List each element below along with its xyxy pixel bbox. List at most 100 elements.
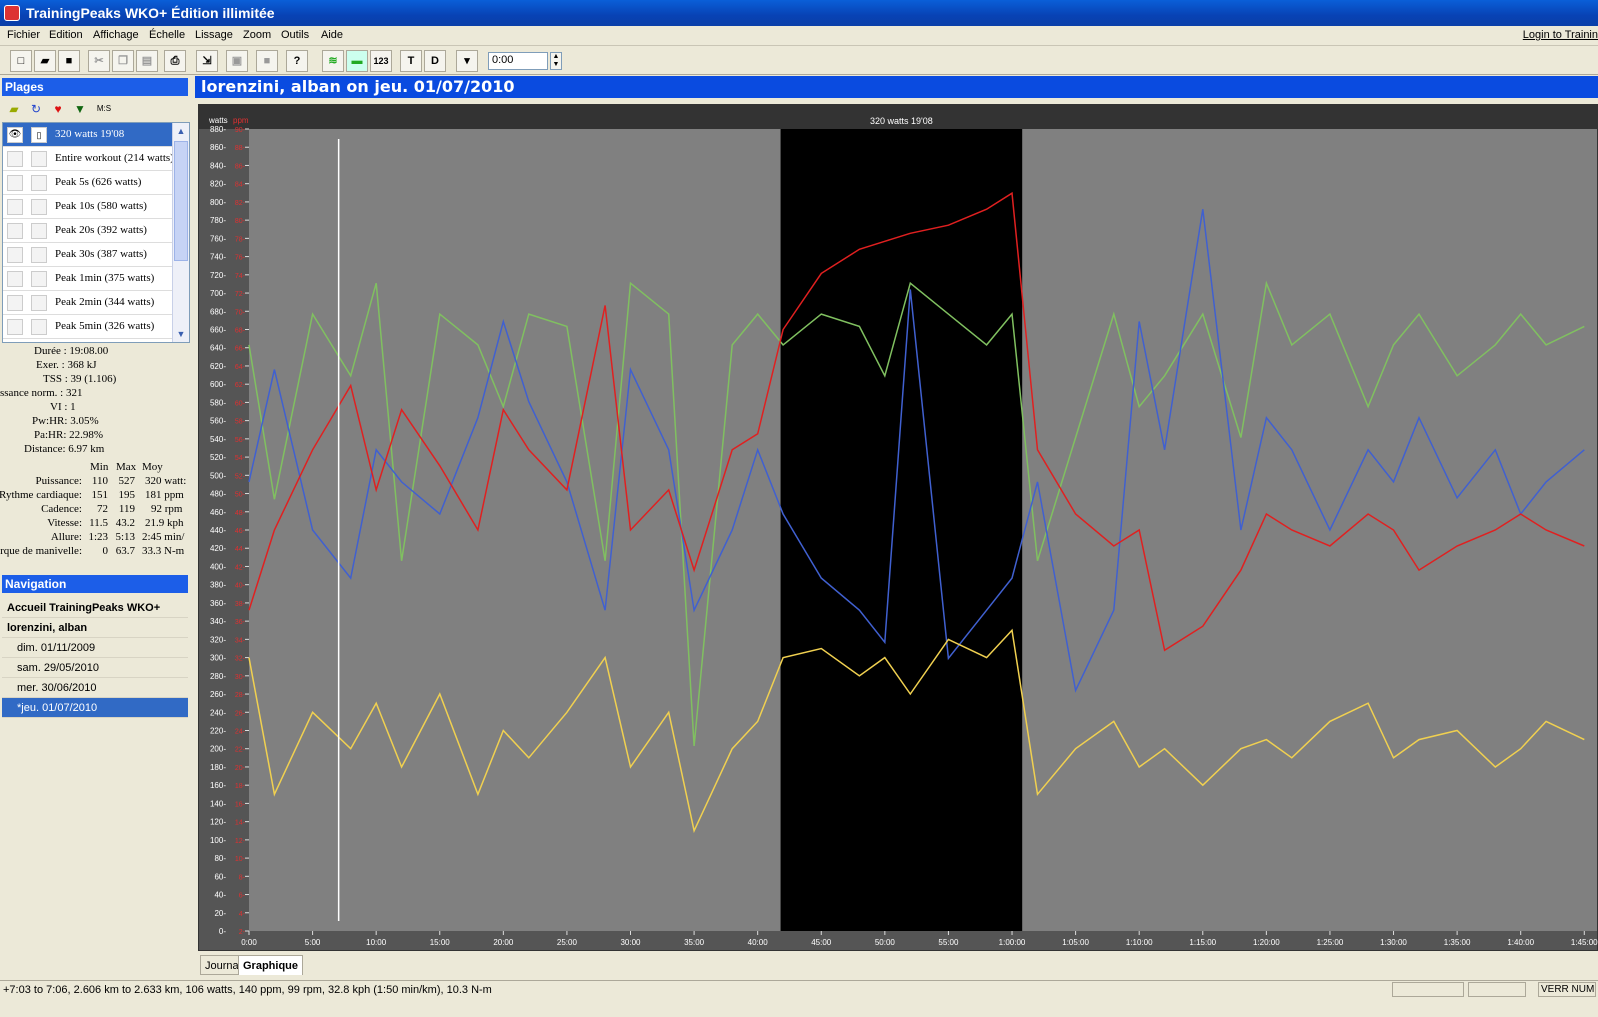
y-tick-label: 280- <box>210 672 226 681</box>
range-row[interactable]: 👁 ▯ 320 watts 19'08 <box>3 123 173 147</box>
visibility-checkbox[interactable] <box>7 175 23 191</box>
hr-tick-label: 40- <box>235 583 246 590</box>
lock-checkbox[interactable] <box>31 271 47 287</box>
open-folder-icon[interactable]: ▰ <box>34 50 56 72</box>
new-file-icon[interactable]: □ <box>10 50 32 72</box>
range-row[interactable]: Peak 1min (375 watts) <box>3 267 173 291</box>
dropdown-arrow-icon[interactable]: ▾ <box>456 50 478 72</box>
tab-graphique[interactable]: Graphique <box>238 955 304 975</box>
hr-tick-label: 4- <box>239 911 246 918</box>
menu-zoom[interactable]: Zoom <box>240 29 274 41</box>
lock-checkbox[interactable] <box>31 151 47 167</box>
range-row[interactable]: Peak 30s (387 watts) <box>3 243 173 267</box>
hr-tick-label: 66- <box>235 346 246 353</box>
chart-svg[interactable]: 320 watts 19'08 watts ppm 0- 2- 20- 4- 40- 6- 60-… <box>199 105 1598 952</box>
y-tick-label: 220- <box>210 727 226 736</box>
title-bar: TrainingPeaks WKO+ Édition illimitée <box>0 0 1598 26</box>
cut-icon[interactable]: ✂ <box>88 50 110 72</box>
y-tick-label: 820- <box>210 180 226 189</box>
numbers-icon[interactable]: 123 <box>370 50 392 72</box>
col-moy: Moy <box>142 461 163 473</box>
menu-lissage[interactable]: Lissage <box>192 29 236 41</box>
help-icon[interactable]: ? <box>286 50 308 72</box>
lock-checkbox[interactable] <box>31 199 47 215</box>
range-row[interactable]: Peak 20s (392 watts) <box>3 219 173 243</box>
range-row[interactable]: Peak 10s (580 watts) <box>3 195 173 219</box>
range-row[interactable]: Peak 2min (344 watts) <box>3 291 173 315</box>
print-icon[interactable]: ⎙ <box>164 50 186 72</box>
menu-outils[interactable]: Outils <box>278 29 312 41</box>
lock-checkbox[interactable] <box>31 295 47 311</box>
hr-tick-label: 76- <box>235 255 246 262</box>
hr-tick-label: 20- <box>235 765 246 772</box>
scroll-up-icon[interactable]: ▲ <box>173 123 189 139</box>
scroll-thumb[interactable] <box>174 141 188 261</box>
range-row[interactable]: Peak 5s (626 watts) <box>3 171 173 195</box>
visibility-checkbox[interactable] <box>7 271 23 287</box>
x-tick-label: 5:00 <box>305 938 321 947</box>
heart-icon[interactable]: ♥ <box>50 101 66 117</box>
y-tick-label: 800- <box>210 198 226 207</box>
nav-item-home[interactable]: Accueil TrainingPeaks WKO+ <box>2 598 188 618</box>
window-title: TrainingPeaks WKO+ Édition illimitée <box>26 5 275 21</box>
eye-icon[interactable]: 👁 <box>7 127 23 143</box>
shield-icon[interactable]: ▼ <box>72 101 88 117</box>
menu-fichier[interactable]: Fichier <box>4 29 43 41</box>
stat-vi: VI : 1 <box>50 401 76 413</box>
graph-icon[interactable]: ≋ <box>322 50 344 72</box>
plages-toolbar: ▰ ↻ ♥ ▼ M:S <box>2 98 188 120</box>
lock-checkbox[interactable] <box>31 319 47 335</box>
menu-aide[interactable]: Aide <box>318 29 346 41</box>
stat-max: 195 <box>118 489 136 501</box>
lock-checkbox[interactable] <box>31 247 47 263</box>
time-axis-button[interactable]: T <box>400 50 422 72</box>
folder-icon[interactable]: ▰ <box>6 101 22 117</box>
menu-echelle[interactable]: Échelle <box>146 29 188 41</box>
time-spinner-icon[interactable]: ▲ ▼ <box>550 52 562 70</box>
range-row[interactable]: Entire workout (214 watts) <box>3 147 173 171</box>
ms-toggle[interactable]: M:S <box>94 101 114 117</box>
visibility-checkbox[interactable] <box>7 295 23 311</box>
nav-item-athlete[interactable]: lorenzini, alban <box>2 618 188 638</box>
y-tick-label: 180- <box>210 763 226 772</box>
ranges-scrollbar[interactable]: ▲ ▼ <box>172 123 189 342</box>
refresh-icon[interactable]: ↻ <box>28 101 44 117</box>
graph-fill-icon[interactable]: ▬ <box>346 50 368 72</box>
x-tick-label: 1:25:00 <box>1317 938 1344 947</box>
plages-header: Plages <box>2 78 188 96</box>
stat-work: Exer. : 368 kJ <box>36 359 97 371</box>
visibility-checkbox[interactable] <box>7 199 23 215</box>
paste-icon[interactable]: ▤ <box>136 50 158 72</box>
time-field[interactable]: 0:00 <box>488 52 548 70</box>
copy-icon[interactable]: ❐ <box>112 50 134 72</box>
menu-edition[interactable]: Edition <box>46 29 86 41</box>
menu-affichage[interactable]: Affichage <box>90 29 142 41</box>
login-link[interactable]: Login to Trainin <box>1523 29 1598 41</box>
workout-chart[interactable]: 320 watts 19'08 watts ppm 0- 2- 20- 4- 40- 6- 60-… <box>198 104 1598 951</box>
nav-item-date[interactable]: sam. 29/05/2010 <box>2 658 188 678</box>
y-tick-label: 380- <box>210 581 226 590</box>
nav-item-date[interactable]: dim. 01/11/2009 <box>2 638 188 658</box>
visibility-checkbox[interactable] <box>7 151 23 167</box>
stat-min: 110 <box>91 475 108 487</box>
nav-item-date-selected[interactable]: *jeu. 01/07/2010 <box>2 698 188 718</box>
col-max: Max <box>116 461 137 473</box>
stop-icon[interactable]: ■ <box>256 50 278 72</box>
stat-label: rque de manivelle: <box>0 545 82 557</box>
visibility-checkbox[interactable] <box>7 319 23 335</box>
visibility-checkbox[interactable] <box>7 247 23 263</box>
range-row[interactable]: Peak 5min (326 watts) <box>3 315 173 339</box>
save-icon[interactable]: ■ <box>58 50 80 72</box>
import-icon[interactable]: ⇲ <box>196 50 218 72</box>
scroll-down-icon[interactable]: ▼ <box>173 326 189 342</box>
visibility-checkbox[interactable] <box>7 223 23 239</box>
lock-checkbox[interactable] <box>31 223 47 239</box>
lock-icon[interactable]: ▯ <box>31 127 47 143</box>
x-tick-label: 15:00 <box>430 938 451 947</box>
lock-checkbox[interactable] <box>31 175 47 191</box>
hr-tick-label: 28- <box>235 692 246 699</box>
device-icon[interactable]: ▣ <box>226 50 248 72</box>
distance-axis-button[interactable]: D <box>424 50 446 72</box>
y-tick-label: 580- <box>210 398 226 407</box>
nav-item-date[interactable]: mer. 30/06/2010 <box>2 678 188 698</box>
